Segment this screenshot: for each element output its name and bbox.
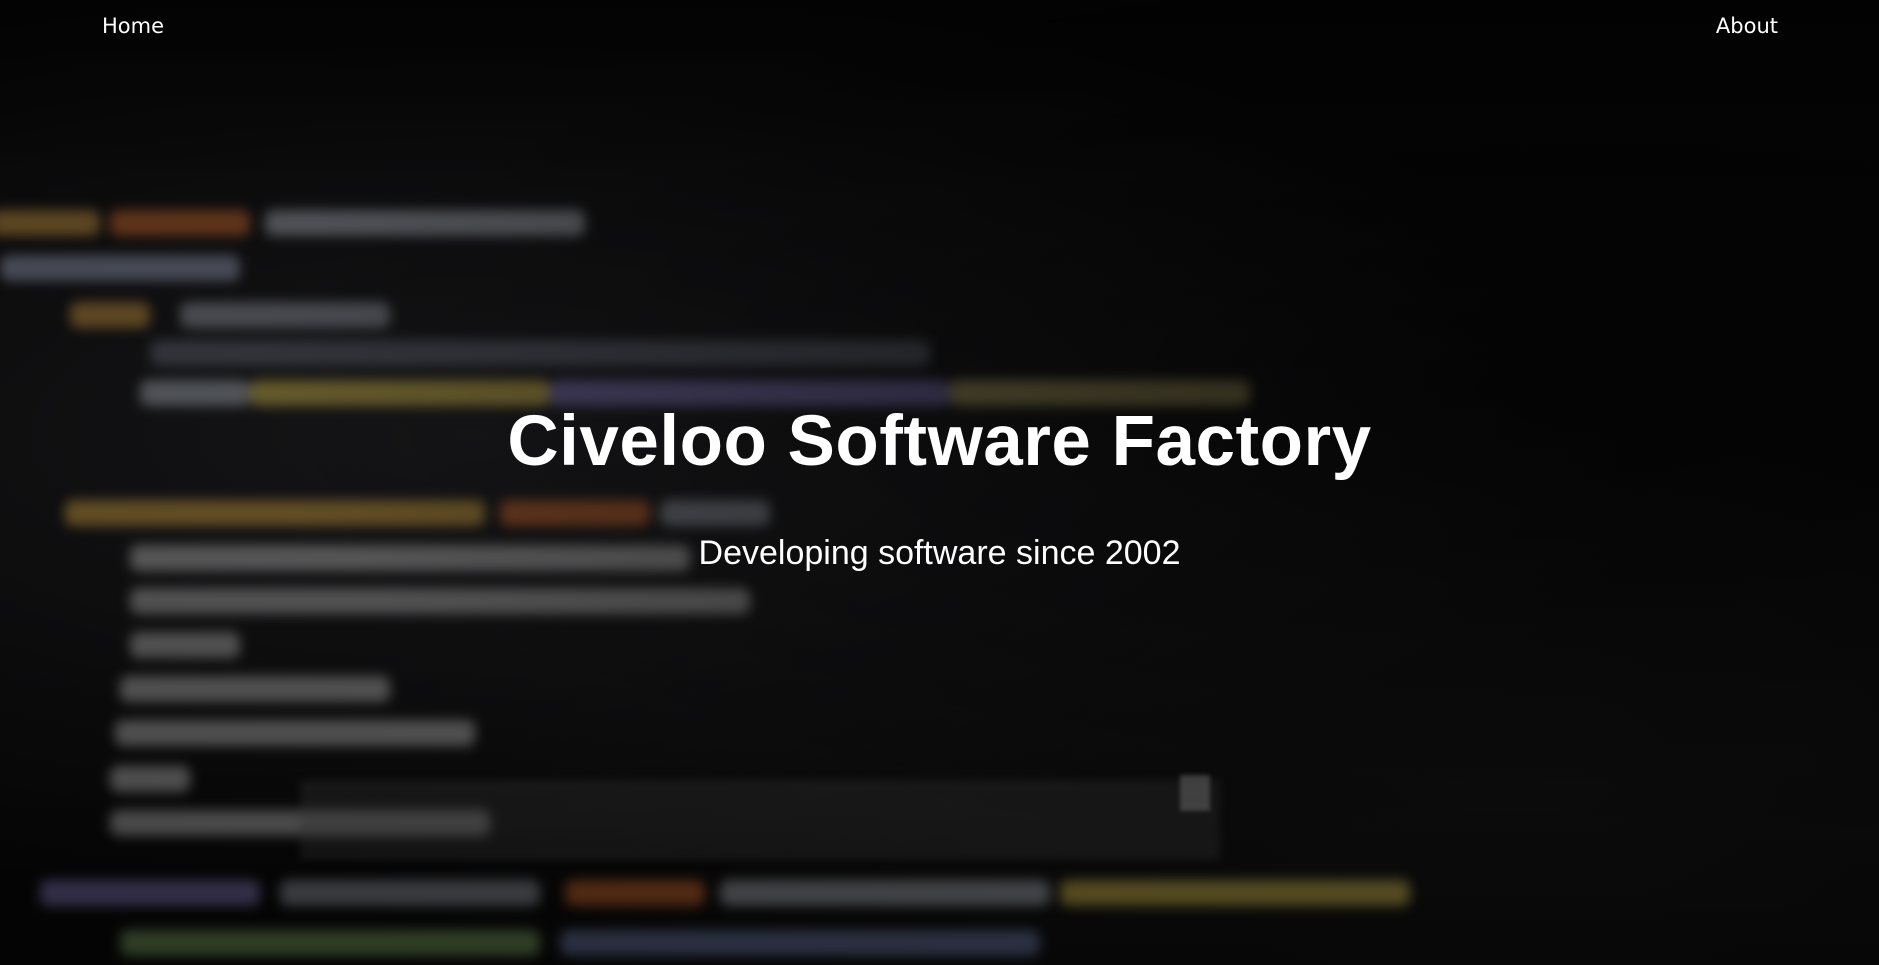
hero-subtitle: Developing software since 2002 — [698, 534, 1181, 572]
hero-title: Civeloo Software Factory — [507, 402, 1372, 481]
hero-section: Civeloo Software Factory Developing soft… — [0, 0, 1879, 965]
